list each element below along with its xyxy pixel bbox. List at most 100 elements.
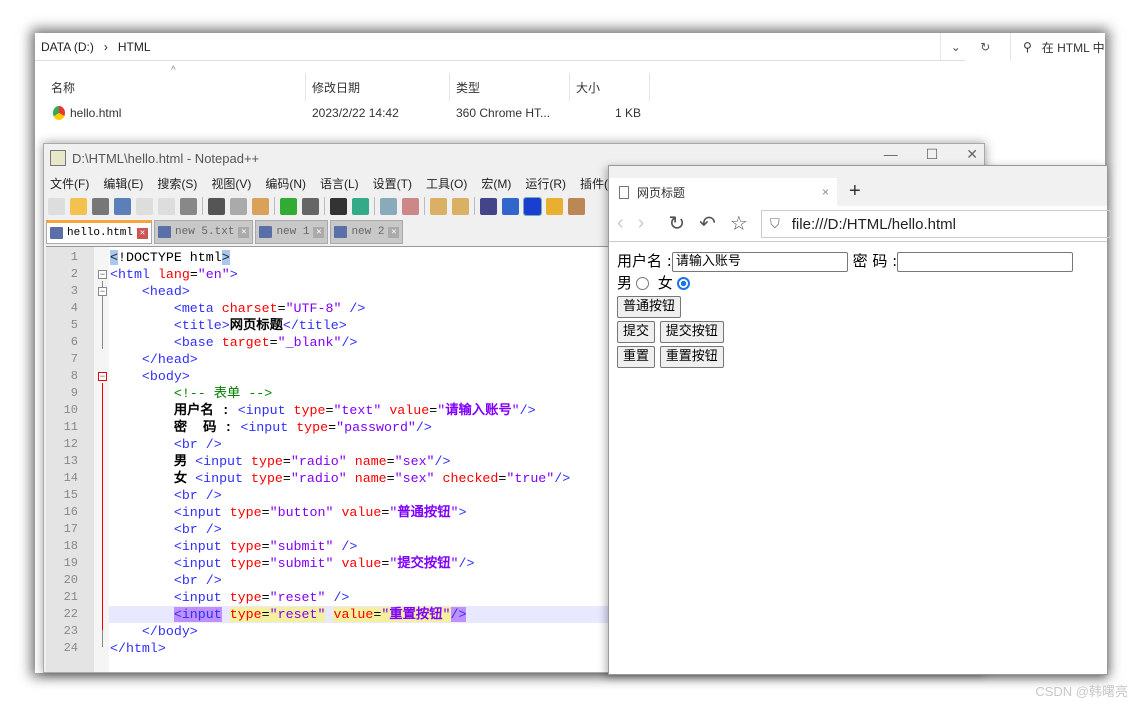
sync-v-icon[interactable] bbox=[430, 197, 447, 215]
chrome-file-icon bbox=[53, 106, 65, 120]
fold-toggle-icon[interactable]: − bbox=[98, 287, 107, 296]
column-type[interactable]: 类型 bbox=[450, 73, 570, 101]
refresh-icon[interactable]: ↻ bbox=[980, 40, 990, 54]
close-tab-icon[interactable]: ✕ bbox=[137, 227, 149, 239]
zoom-in-icon[interactable] bbox=[380, 197, 397, 215]
menu-item[interactable]: 文件(F) bbox=[50, 175, 89, 192]
close-tab-icon[interactable]: ✕ bbox=[313, 226, 325, 238]
browser-tab[interactable]: 网页标题 × bbox=[609, 178, 837, 206]
female-radio[interactable] bbox=[676, 277, 690, 290]
indent-guide-icon[interactable] bbox=[523, 196, 542, 216]
print-icon[interactable] bbox=[180, 197, 197, 215]
password-label: 密 码 : bbox=[852, 252, 898, 270]
reset-button-default[interactable]: 重置 bbox=[617, 346, 656, 368]
new-tab-button[interactable]: + bbox=[849, 180, 861, 203]
zoom-out-icon[interactable] bbox=[402, 197, 419, 215]
menu-item[interactable]: 插件( bbox=[580, 175, 608, 192]
close-all-icon[interactable] bbox=[158, 197, 175, 215]
find-icon[interactable] bbox=[330, 197, 347, 215]
submit-button[interactable]: 提交按钮 bbox=[659, 321, 724, 343]
tab-hello-html[interactable]: hello.html ✕ bbox=[46, 220, 153, 244]
code-token: = bbox=[261, 607, 270, 622]
menu-item[interactable]: 宏(M) bbox=[481, 175, 511, 192]
menu-item[interactable]: 搜索(S) bbox=[157, 175, 197, 192]
doc-map-icon[interactable] bbox=[568, 197, 585, 215]
menu-item[interactable]: 运行(R) bbox=[525, 175, 566, 192]
code-token: "reset" bbox=[269, 590, 326, 605]
file-type: 360 Chrome HT... bbox=[456, 106, 551, 120]
normal-button[interactable]: 普通按钮 bbox=[617, 296, 682, 318]
menu-item[interactable]: 设置(T) bbox=[373, 175, 412, 192]
password-input[interactable] bbox=[897, 251, 1074, 272]
breadcrumb-drive[interactable]: DATA (D:) bbox=[41, 40, 94, 54]
code-token: /> bbox=[415, 420, 432, 435]
column-size[interactable]: 大小 bbox=[570, 73, 650, 101]
replace-icon[interactable] bbox=[352, 197, 369, 215]
code-token: type bbox=[250, 471, 283, 486]
star-icon[interactable]: ☆ bbox=[730, 211, 748, 236]
close-icon[interactable] bbox=[136, 197, 153, 215]
tab-new-2[interactable]: new 2 ✕ bbox=[330, 220, 404, 244]
code-token: /> bbox=[458, 556, 475, 571]
menu-item[interactable]: 编码(N) bbox=[265, 175, 306, 192]
maximize-icon[interactable]: ☐ bbox=[926, 146, 939, 163]
menu-item[interactable]: 工具(O) bbox=[426, 175, 467, 192]
reload-icon[interactable]: ↻ bbox=[668, 211, 685, 236]
fold-toggle-icon[interactable]: − bbox=[98, 372, 107, 381]
username-input[interactable]: 请输入账号 bbox=[671, 251, 848, 272]
save-icon bbox=[50, 227, 63, 239]
show-all-icon[interactable] bbox=[502, 197, 519, 215]
paste-icon[interactable] bbox=[252, 197, 269, 215]
sync-h-icon[interactable] bbox=[452, 197, 469, 215]
back-icon[interactable]: ‹ bbox=[617, 212, 624, 235]
breadcrumb-folder[interactable]: HTML bbox=[118, 40, 151, 54]
close-tab-icon[interactable]: ✕ bbox=[238, 226, 250, 238]
fold-toggle-icon[interactable]: − bbox=[98, 270, 107, 279]
code-token: "sex" bbox=[394, 471, 443, 486]
submit-button-default[interactable]: 提交 bbox=[617, 321, 656, 343]
code-token: /> bbox=[333, 539, 358, 554]
save-all-icon[interactable] bbox=[114, 197, 131, 215]
reset-button[interactable]: 重置按钮 bbox=[659, 346, 724, 368]
forward-icon[interactable]: › bbox=[638, 212, 645, 235]
undo-icon[interactable]: ↶ bbox=[699, 211, 716, 236]
line-number: 15 bbox=[63, 488, 78, 502]
close-tab-icon[interactable]: × bbox=[822, 185, 829, 199]
menu-item[interactable]: 视图(V) bbox=[211, 175, 251, 192]
column-modified[interactable]: 修改日期 bbox=[306, 73, 450, 101]
tab-label: new 5.txt bbox=[175, 226, 235, 238]
address-bar[interactable]: DATA (D:) › HTML bbox=[35, 33, 965, 61]
redo-icon[interactable] bbox=[302, 197, 319, 215]
male-radio[interactable] bbox=[636, 277, 650, 290]
save-icon[interactable] bbox=[92, 197, 109, 215]
file-row[interactable]: hello.html bbox=[53, 106, 121, 120]
open-file-icon[interactable] bbox=[70, 197, 87, 215]
save-icon bbox=[158, 226, 172, 238]
code-token: type bbox=[229, 607, 262, 622]
tab-new-1[interactable]: new 1 ✕ bbox=[255, 220, 329, 244]
code-token: 请输入账号 bbox=[445, 403, 512, 418]
code-token: " bbox=[511, 403, 520, 418]
search-box[interactable]: ⚲ 在 HTML 中 bbox=[1010, 33, 1105, 61]
minimize-icon[interactable]: — bbox=[884, 146, 898, 163]
menu-item[interactable]: 编辑(E) bbox=[103, 175, 143, 192]
code-token: <input bbox=[195, 454, 251, 469]
code-token: "sex" bbox=[394, 454, 435, 469]
column-name[interactable]: 名称 bbox=[45, 73, 306, 101]
chevron-down-icon[interactable]: ⌄ bbox=[951, 40, 961, 54]
new-file-icon[interactable] bbox=[48, 197, 65, 215]
menu-item[interactable]: 语言(L) bbox=[320, 175, 359, 192]
word-wrap-icon[interactable] bbox=[480, 197, 497, 215]
undo-icon[interactable] bbox=[280, 197, 297, 215]
url-field[interactable]: ⛉ file:///D:/HTML/hello.html bbox=[761, 210, 1111, 238]
cut-icon[interactable] bbox=[208, 197, 225, 215]
copy-icon[interactable] bbox=[230, 197, 247, 215]
tab-new-5-txt[interactable]: new 5.txt ✕ bbox=[154, 220, 254, 244]
udl-icon[interactable] bbox=[546, 197, 563, 215]
code-token: <html bbox=[110, 267, 158, 282]
close-tab-icon[interactable]: ✕ bbox=[388, 226, 400, 238]
code-token: "radio" bbox=[290, 454, 355, 469]
close-icon[interactable]: ✕ bbox=[966, 146, 978, 163]
code-token: value bbox=[333, 607, 374, 622]
